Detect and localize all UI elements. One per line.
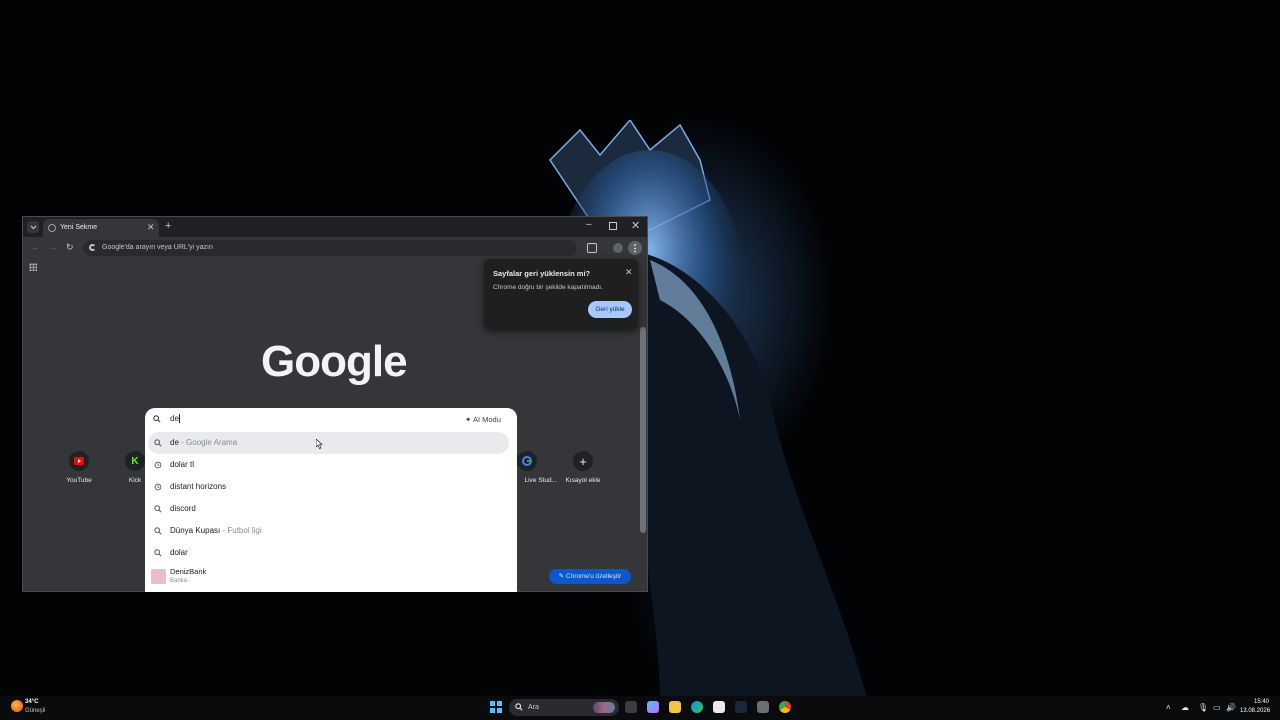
tab-new-tab[interactable]: Yeni Sekme ✕	[43, 219, 159, 237]
chevron-up-icon[interactable]: ˄	[1166, 703, 1171, 712]
pencil-icon: ✎	[558, 573, 566, 580]
suggestion-query: Dünya Kupası	[170, 526, 221, 535]
edge-icon[interactable]	[691, 701, 703, 713]
history-icon	[154, 461, 162, 469]
ai-mode-label: AI Modu	[472, 415, 501, 424]
suggestion-text: dolar tl	[170, 460, 195, 469]
text-caret	[178, 414, 180, 424]
chrome-favicon-icon	[48, 224, 56, 232]
entity-suggestion-name[interactable]: DenizBank	[170, 567, 206, 576]
page-scrollbar[interactable]	[640, 327, 646, 533]
restore-button[interactable]: Geri yükle	[588, 301, 632, 318]
google-icon	[517, 451, 537, 471]
google-logo: Google	[261, 337, 408, 386]
history-icon	[154, 483, 162, 491]
tab-close-icon[interactable]: ✕	[147, 222, 155, 233]
customize-chrome-button[interactable]: ✎ Chrome'u özelleştir	[549, 569, 631, 584]
search-icon	[515, 703, 523, 711]
new-tab-plus-icon[interactable]: +	[165, 220, 171, 232]
browser-toolbar: ← → ↻ Google'da arayın veya URL'yi yazın…	[23, 237, 647, 259]
search-icon	[154, 439, 162, 447]
clock-time[interactable]: 15:40	[1254, 699, 1269, 705]
restore-popup-message: Chrome doğru bir şekilde kapatılmadı.	[493, 284, 603, 291]
weather-condition[interactable]: Güneşli	[25, 708, 45, 714]
weather-temperature[interactable]: 34°C	[25, 699, 38, 705]
suggestion-query: de	[170, 438, 179, 447]
suggestion-text: distant horizons	[170, 482, 227, 491]
google-g-icon	[89, 244, 96, 251]
copilot-icon[interactable]	[647, 701, 659, 713]
entity-suggestion-type: Banka	[170, 578, 188, 584]
shortcut-youtube[interactable]: YouTube	[49, 451, 109, 484]
taskbar-search-label: Ara	[528, 704, 539, 711]
suggestion-item[interactable]: de - Google Arama	[145, 432, 517, 454]
search-input[interactable]: de	[170, 414, 180, 424]
suggestion-subtext: - Futbol ligi	[220, 526, 262, 535]
tab-title: Yeni Sekme	[60, 224, 98, 231]
shortcut-add[interactable]: + Kısayol ekle	[553, 451, 613, 484]
suggestion-item[interactable]: dolar tl	[145, 454, 517, 476]
taskbar: 34°C Güneşli Ara ˄ ☁ 🎙 ▭ 🔊 15:40 13.08.2…	[0, 696, 1280, 720]
steam-icon[interactable]	[735, 701, 747, 713]
search-input-row[interactable]: de ✦ AI Modu	[145, 408, 517, 432]
ai-mode-button[interactable]: ✦ AI Modu	[465, 415, 501, 424]
suggestion-text: de - Google Arama	[170, 438, 237, 447]
tab-strip: Yeni Sekme ✕ + – ✕	[23, 217, 647, 237]
suggestion-text: discord	[170, 504, 196, 513]
shortcut-label: Kısayol ekle	[565, 477, 601, 484]
close-icon[interactable]: ✕	[625, 267, 633, 278]
microsoft-store-icon[interactable]	[713, 701, 725, 713]
search-icon	[153, 415, 161, 423]
restore-popup-title: Sayfalar geri yüklensin mi?	[493, 269, 591, 278]
chrome-menu-icon[interactable]: ⋮	[628, 241, 642, 255]
monitor-icon[interactable]: ▭	[1213, 703, 1221, 712]
search-highlight-art	[593, 702, 615, 713]
suggestion-item[interactable]: Dünya Kupası - Futbol ligi	[145, 520, 517, 542]
customize-chrome-label: Chrome'u özelleştir	[565, 573, 622, 580]
search-icon	[154, 505, 162, 513]
clock-date[interactable]: 13.08.2026	[1240, 708, 1270, 714]
chrome-icon[interactable]	[779, 701, 791, 713]
window-close-icon[interactable]: ✕	[631, 219, 640, 232]
extensions-puzzle-icon[interactable]	[587, 243, 597, 253]
suggestion-item[interactable]: dolar	[145, 542, 517, 564]
suggestion-text: Dünya Kupası - Futbol ligi	[170, 526, 262, 535]
task-view-icon[interactable]	[625, 701, 637, 713]
suggestion-item[interactable]: distant horizons	[145, 476, 517, 498]
suggestion-subtext: - Google Arama	[178, 438, 238, 447]
minimize-icon[interactable]: –	[586, 219, 592, 230]
restore-pages-popup: Sayfalar geri yüklensin mi? Chrome doğru…	[484, 259, 638, 329]
kick-icon: K	[125, 451, 145, 471]
file-explorer-icon[interactable]	[669, 701, 681, 713]
profile-avatar-icon[interactable]	[613, 243, 623, 253]
forward-arrow-icon[interactable]: →	[48, 242, 57, 252]
back-arrow-icon[interactable]: ←	[31, 242, 40, 252]
address-bar-placeholder: Google'da arayın veya URL'yi yazın	[102, 244, 213, 251]
chevron-down-icon	[30, 225, 36, 229]
search-icon	[154, 549, 162, 557]
taskbar-search-box[interactable]: Ara	[509, 699, 619, 716]
suggestion-item[interactable]: discord	[145, 498, 517, 520]
onedrive-icon[interactable]: ☁	[1181, 703, 1189, 712]
apps-grid-icon[interactable]	[29, 263, 37, 271]
search-icon	[154, 527, 162, 535]
omnibox-suggestions-dropdown: de ✦ AI Modu de - Google Arama dolar tl …	[145, 408, 517, 592]
bank-logo-icon	[151, 569, 166, 584]
sparkle-icon: ✦	[465, 415, 473, 424]
app-icon[interactable]	[757, 701, 769, 713]
tab-search-button[interactable]	[27, 221, 39, 233]
search-input-value: de	[170, 414, 179, 423]
plus-icon: +	[573, 451, 593, 471]
reload-icon[interactable]: ↻	[66, 242, 74, 253]
weather-sun-icon[interactable]	[11, 700, 23, 712]
suggestion-text: dolar	[170, 548, 188, 557]
windows-start-icon[interactable]	[490, 701, 502, 713]
youtube-icon	[69, 451, 89, 471]
shortcut-label: YouTube	[66, 477, 92, 484]
address-bar[interactable]: Google'da arayın veya URL'yi yazın	[83, 240, 577, 256]
maximize-icon[interactable]	[609, 222, 617, 230]
volume-icon[interactable]: 🔊	[1226, 703, 1236, 712]
microphone-icon[interactable]: 🎙	[1198, 703, 1208, 712]
mouse-cursor-icon	[316, 439, 323, 449]
